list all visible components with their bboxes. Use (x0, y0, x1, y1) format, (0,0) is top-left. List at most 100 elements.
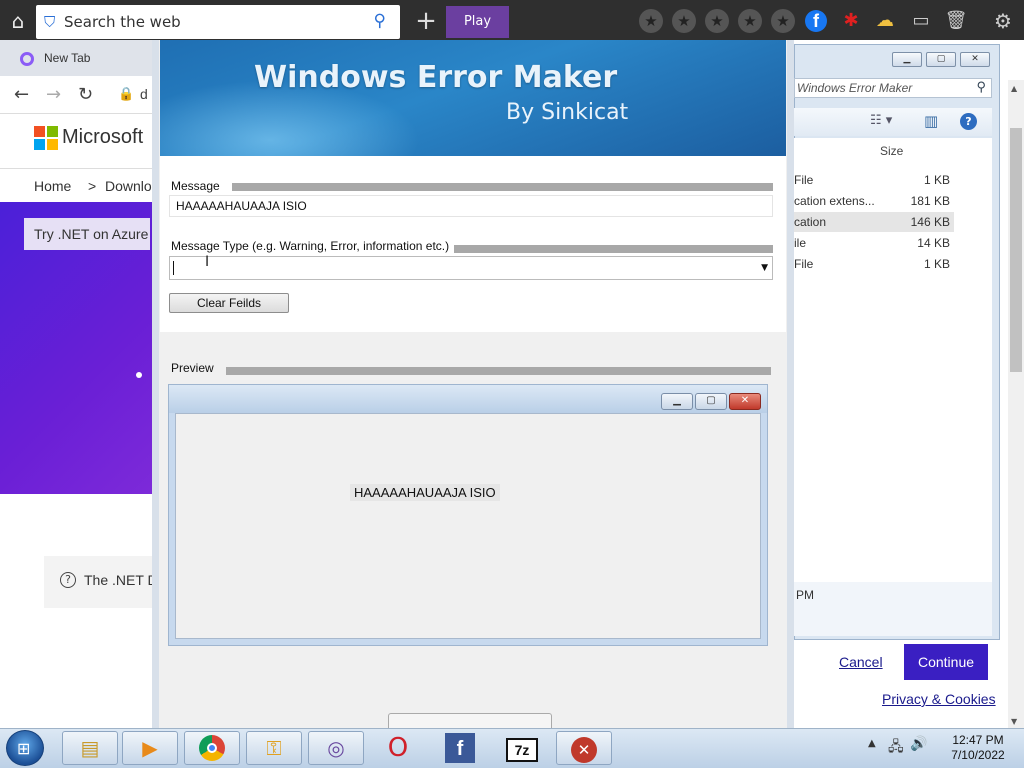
scrollbar-thumb[interactable] (1010, 128, 1022, 372)
app-title: Windows Error Maker (254, 60, 618, 95)
file-type: File (794, 257, 814, 271)
clock[interactable]: 12:47 PM 7/10/2022 (938, 733, 1018, 765)
chevron-down-icon[interactable]: ▼ (761, 263, 768, 273)
star-icon[interactable]: ★ (672, 9, 696, 33)
chrome-icon[interactable] (184, 731, 240, 765)
play-button[interactable]: Play (446, 6, 509, 38)
close-icon[interactable]: ✕ (960, 52, 990, 67)
clock-date: 7/10/2022 (951, 748, 1005, 762)
media-player-icon[interactable]: ▶ (122, 731, 178, 765)
app-banner: Windows Error Maker By Sinkicat (160, 40, 786, 156)
preview-divider (226, 367, 771, 375)
file-row[interactable]: cation extens... 181 KB (794, 191, 954, 211)
tab-favicon-icon (20, 52, 34, 66)
explorer-window-controls: ▁ ▢ ✕ (892, 52, 992, 70)
page-scrollbar[interactable]: ▲ ▼ (1008, 80, 1024, 728)
forward-arrow-icon[interactable]: → (46, 84, 61, 105)
message-input[interactable]: HAAAAAHAUAAJA ISIO (169, 195, 773, 217)
file-row-selected[interactable]: cation 146 KB (794, 212, 954, 232)
message-type-label: Message Type (e.g. Warning, Error, infor… (171, 239, 450, 253)
close-icon: ✕ (729, 393, 761, 410)
start-button[interactable]: ⊞ (6, 730, 44, 766)
search-box[interactable]: ⛉ Search the web ⚲ (36, 5, 400, 39)
file-type: File (794, 173, 814, 187)
file-size: 1 KB (923, 173, 950, 187)
weather-icon[interactable]: ☁ (872, 8, 898, 34)
file-type: cation (794, 215, 827, 229)
file-row[interactable]: File 1 KB (794, 170, 954, 190)
file-explorer-icon[interactable]: ▤ (62, 731, 118, 765)
breadcrumb-separator: > (88, 178, 97, 194)
star-icon[interactable]: ★ (738, 9, 762, 33)
explorer-details-pane: PM (794, 582, 992, 636)
error-maker-app-icon[interactable]: ✕ (556, 731, 612, 765)
info-card: ? The .NET D (44, 556, 158, 608)
continue-button[interactable]: Continue (904, 644, 988, 680)
network-icon[interactable]: 🖧 (888, 736, 904, 760)
clock-time: 12:47 PM (952, 733, 1004, 747)
facebook-app-icon[interactable]: f (432, 731, 488, 765)
file-row[interactable]: ile 14 KB (794, 233, 954, 253)
help-icon[interactable]: ? (960, 113, 977, 130)
tab-title: New Tab (44, 51, 91, 65)
breadcrumb-downloads[interactable]: Downlo (105, 178, 152, 194)
windows-logo-icon: ⊞ (17, 739, 31, 758)
file-row[interactable]: File 1 KB (794, 254, 954, 274)
maximize-icon: ▢ (695, 393, 727, 410)
trash-icon[interactable]: 🗑 (943, 8, 969, 34)
add-icon[interactable]: + (412, 8, 440, 36)
volume-icon[interactable]: 🔊 (910, 736, 927, 752)
clear-fields-button[interactable]: Clear Feilds (169, 293, 289, 313)
preview-client-area: HAAAAAHAUAAJA ISIO (175, 413, 761, 639)
try-dotnet-button[interactable]: Try .NET on Azure (24, 218, 150, 250)
ibeam-cursor-icon: I (205, 254, 210, 270)
star-icon[interactable]: ★ (705, 9, 729, 33)
search-icon[interactable]: ⚲ (976, 79, 986, 95)
search-icon[interactable]: ⚲ (374, 11, 386, 31)
breadcrumb-home[interactable]: Home (34, 178, 71, 194)
opera-icon[interactable]: O (370, 731, 426, 765)
search-placeholder: Search the web (64, 13, 181, 31)
lock-icon: 🔒 (118, 87, 135, 102)
minimize-icon: ▁ (661, 393, 693, 410)
back-arrow-icon[interactable]: ← (14, 84, 29, 105)
system-tray: ▲ 🖧 🔊 (866, 736, 932, 760)
star-icon[interactable]: ★ (771, 9, 795, 33)
home-icon[interactable]: ⌂ (6, 10, 30, 32)
carousel-dot[interactable] (136, 372, 142, 378)
breadcrumb: Home > Downlo (0, 168, 160, 202)
preview-titlebar: ▁ ▢ ✕ (169, 385, 767, 413)
settings-gear-icon[interactable]: ⚙ (990, 8, 1016, 34)
privacy-cookies-link[interactable]: Privacy & Cookies (882, 691, 996, 707)
brand-name: Microsoft (62, 126, 144, 148)
facebook-icon[interactable]: f (805, 10, 827, 32)
7zip-icon[interactable]: 7z (494, 731, 550, 765)
shield-icon: ⛉ (44, 13, 56, 31)
message-type-select[interactable]: ▼ (169, 256, 773, 280)
preview-pane-icon[interactable]: ▥ (924, 112, 938, 130)
text-cursor (173, 261, 174, 275)
explorer-toolbar: ☷ ▾ ▥ ? (794, 108, 992, 136)
view-options-icon[interactable]: ☷ ▾ (870, 113, 892, 128)
reload-icon[interactable]: ↻ (78, 84, 93, 105)
browser-app-icon[interactable]: ◎ (308, 731, 364, 765)
file-size: 1 KB (923, 257, 950, 271)
size-column-header[interactable]: Size (880, 144, 903, 158)
scroll-up-icon[interactable]: ▲ (1011, 84, 1017, 93)
generate-button[interactable] (388, 713, 552, 728)
folder-icon[interactable]: ▭ (908, 8, 934, 34)
lock-app-icon[interactable]: ⚿ (246, 731, 302, 765)
browser-tab[interactable]: New Tab (0, 40, 160, 76)
app-subtitle: By Sinkicat (506, 100, 629, 125)
minimize-icon[interactable]: ▁ (892, 52, 922, 67)
show-hidden-icons-icon[interactable]: ▲ (868, 738, 876, 749)
maximize-icon[interactable]: ▢ (926, 52, 956, 67)
explorer-search-input[interactable]: Windows Error Maker ⚲ (794, 78, 992, 98)
scroll-down-icon[interactable]: ▼ (1011, 717, 1017, 726)
cancel-link[interactable]: Cancel (839, 654, 883, 670)
explorer-file-list: Size File 1 KB cation extens... 181 KB c… (794, 138, 992, 582)
help-icon: ? (60, 572, 76, 588)
address-bar[interactable]: d (140, 86, 148, 102)
bug-icon[interactable]: ✱ (838, 8, 864, 34)
star-icon[interactable]: ★ (639, 9, 663, 33)
